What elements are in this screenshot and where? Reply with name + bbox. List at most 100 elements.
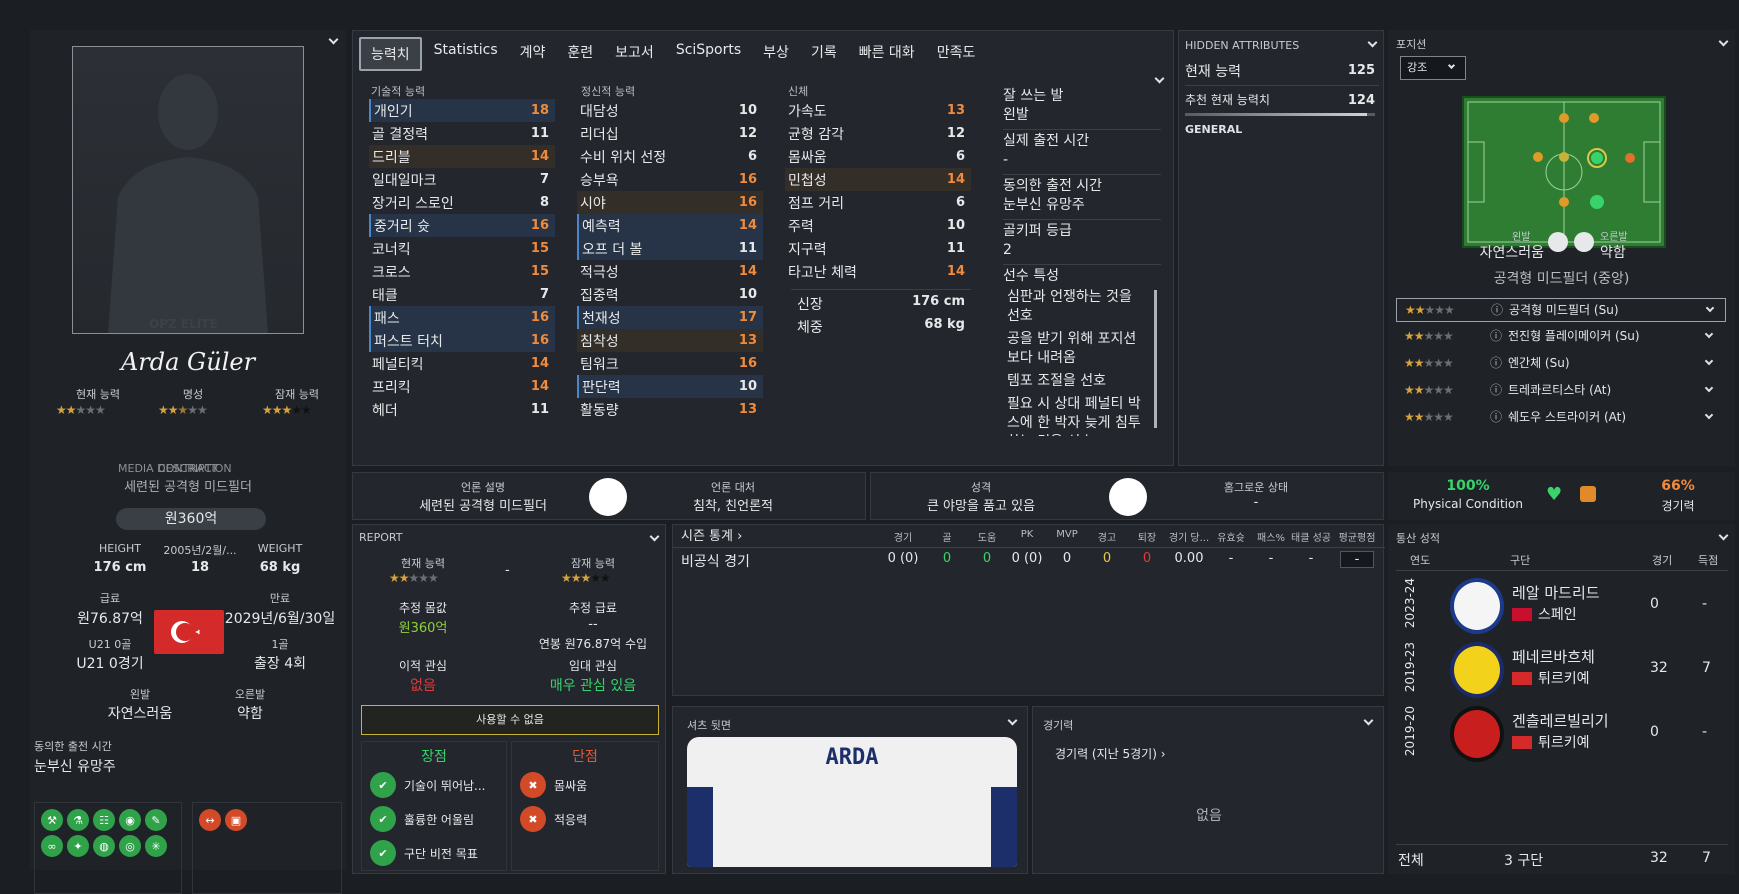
boot-icon[interactable]: ✎	[145, 809, 167, 831]
pro-item[interactable]: ✔ 기술이 뛰어남...	[368, 770, 500, 800]
tab-statistics[interactable]: Statistics	[424, 37, 508, 71]
attribute-row[interactable]: 타고난 체력 14	[785, 260, 971, 283]
attribute-row[interactable]: 헤더 11	[369, 398, 555, 421]
attribute-row[interactable]: 드리블 14	[369, 145, 555, 168]
attribute-row[interactable]: 리더십 12	[577, 122, 763, 145]
attribute-row[interactable]: 지구력 11	[785, 237, 971, 260]
tab-injury[interactable]: 부상	[753, 37, 799, 71]
role-row[interactable]: ★★★★★ ⓘ 공격형 미드필더 (Su)	[1396, 298, 1726, 322]
tab-attributes[interactable]: 능력치	[359, 37, 422, 71]
attribute-label: 장거리 스로인	[372, 195, 454, 212]
role-chevron-icon[interactable]	[1704, 383, 1714, 393]
tab-report[interactable]: 보고서	[605, 37, 664, 71]
attribute-row[interactable]: 수비 위치 선정 6	[577, 145, 763, 168]
unavailable-box[interactable]: 사용할 수 없음	[361, 705, 659, 735]
attribute-row[interactable]: 집중력 10	[577, 283, 763, 306]
ball-icon[interactable]: ✳	[145, 835, 167, 857]
attribute-row[interactable]: 일대일마크 7	[369, 168, 555, 191]
role-chevron-icon[interactable]	[1704, 329, 1714, 339]
form-sub[interactable]: 경기력 (지난 5경기) ›	[1055, 745, 1166, 762]
attribute-row[interactable]: 침착성 13	[577, 329, 763, 352]
con-item[interactable]: ✖ 적응력	[518, 804, 652, 834]
con-item[interactable]: ✖ 몸싸움	[518, 770, 652, 800]
attribute-row[interactable]: 페널티킥 14	[369, 352, 555, 375]
attribute-row[interactable]: 승부욕 16	[577, 168, 763, 191]
attribute-row[interactable]: 중거리 슛 16	[369, 214, 555, 237]
attribute-row[interactable]: 프리킥 14	[369, 375, 555, 398]
attribute-row[interactable]: 활동량 13	[577, 398, 763, 421]
group-icon[interactable]: ☷	[93, 809, 115, 831]
suitcase-icon[interactable]: ▣	[225, 809, 247, 831]
report-chevron-icon[interactable]	[649, 531, 660, 542]
attribute-row[interactable]: 적극성 14	[577, 260, 763, 283]
position-chevron-icon[interactable]	[1718, 36, 1729, 47]
club-name[interactable]: 레알 마드리드	[1512, 582, 1600, 603]
attribute-row[interactable]: 천재성 17	[577, 306, 763, 329]
traits-list[interactable]: 심판과 언쟁하는 것을 선호 공을 받기 위해 포지션보다 내려옴 템포 조절을…	[1003, 286, 1161, 436]
club-crest-icon[interactable]	[1450, 578, 1504, 634]
star-person-icon[interactable]: ✦	[67, 835, 89, 857]
role-row[interactable]: ★★★★★ ⓘ 쉐도우 스트라이커 (At)	[1396, 406, 1726, 430]
hidden-chevron-icon[interactable]	[1367, 37, 1378, 48]
attribute-row[interactable]: 주력 10	[785, 214, 971, 237]
attribute-row[interactable]: 팀워크 16	[577, 352, 763, 375]
role-row[interactable]: ★★★★★ ⓘ 엔간체 (Su)	[1396, 352, 1726, 376]
tab-scisports[interactable]: SciSports	[666, 37, 751, 71]
role-row[interactable]: ★★★★★ ⓘ 트레콰르티스타 (At)	[1396, 379, 1726, 403]
info-icon[interactable]: ⓘ	[1490, 406, 1502, 428]
attribute-row[interactable]: 가속도 13	[785, 99, 971, 122]
form-chevron-icon[interactable]	[1363, 715, 1374, 726]
attribute-row[interactable]: 몸싸움 6	[785, 145, 971, 168]
flask-icon[interactable]: ⚗	[67, 809, 89, 831]
attribute-row[interactable]: 패스 16	[369, 306, 555, 329]
attribute-row[interactable]: 태클 7	[369, 283, 555, 306]
info-icon[interactable]: ⓘ	[1490, 352, 1502, 374]
club-name[interactable]: 겐츨레르빌리기	[1512, 710, 1609, 731]
wrench-icon: ✔	[370, 772, 396, 798]
attribute-row[interactable]: 판단력 10	[577, 375, 763, 398]
club-crest-icon[interactable]	[1450, 642, 1504, 698]
attribute-row[interactable]: 골 결정력 11	[369, 122, 555, 145]
target-icon[interactable]: ◎	[119, 835, 141, 857]
attribute-row[interactable]: 개인기 18	[369, 99, 555, 122]
season-header[interactable]: 평균평점	[1329, 529, 1385, 544]
attribute-row[interactable]: 크로스 15	[369, 260, 555, 283]
attribute-row[interactable]: 오프 더 볼 11	[577, 237, 763, 260]
tab-happiness[interactable]: 만족도	[927, 37, 986, 71]
info-icon[interactable]: ⓘ	[1490, 379, 1502, 401]
speech-icon[interactable]: ◍	[93, 835, 115, 857]
tab-quick-chat[interactable]: 빠른 대화	[849, 37, 925, 71]
pro-item[interactable]: ✔ 구단 비전 목표	[368, 838, 500, 868]
role-chevron-icon[interactable]	[1704, 356, 1714, 366]
club-name[interactable]: 페네르바흐체	[1512, 646, 1595, 667]
attribute-row[interactable]: 코너킥 15	[369, 237, 555, 260]
role-chevron-icon[interactable]	[1704, 410, 1714, 420]
profile-dropdown-chevron-icon[interactable]	[328, 34, 339, 45]
brain-icon[interactable]: ◉	[119, 809, 141, 831]
tab-training[interactable]: 훈련	[557, 37, 603, 71]
handshake-icon[interactable]: ∞	[41, 835, 63, 857]
attribute-row[interactable]: 시야 16	[577, 191, 763, 214]
role-row[interactable]: ★★★★★ ⓘ 전진형 플레이메이커 (Su)	[1396, 325, 1726, 349]
attributes-chevron-icon[interactable]	[1154, 73, 1165, 84]
club-crest-icon[interactable]	[1450, 706, 1504, 762]
position-select[interactable]: 강조	[1400, 56, 1466, 80]
attribute-row[interactable]: 장거리 스로인 8	[369, 191, 555, 214]
role-chevron-icon[interactable]	[1705, 303, 1715, 313]
pro-item[interactable]: ✔ 훌륭한 어울림	[368, 804, 500, 834]
attribute-row[interactable]: 대담성 10	[577, 99, 763, 122]
wrench-icon[interactable]: ⚒	[41, 809, 63, 831]
tab-contract[interactable]: 계약	[510, 37, 556, 71]
traits-scrollbar[interactable]	[1154, 290, 1157, 428]
attribute-row[interactable]: 민첩성 14	[785, 168, 971, 191]
info-icon[interactable]: ⓘ	[1490, 325, 1502, 347]
info-icon[interactable]: ⓘ	[1491, 299, 1503, 321]
attribute-row[interactable]: 예측력 14	[577, 214, 763, 237]
dumbbell-icon[interactable]: ↔	[199, 809, 221, 831]
shirt-chevron-icon[interactable]	[1007, 715, 1018, 726]
attribute-row[interactable]: 퍼스트 터치 16	[369, 329, 555, 352]
career-chevron-icon[interactable]	[1718, 530, 1729, 541]
attribute-row[interactable]: 균형 감각 12	[785, 122, 971, 145]
tab-history[interactable]: 기록	[801, 37, 847, 71]
attribute-row[interactable]: 점프 거리 6	[785, 191, 971, 214]
